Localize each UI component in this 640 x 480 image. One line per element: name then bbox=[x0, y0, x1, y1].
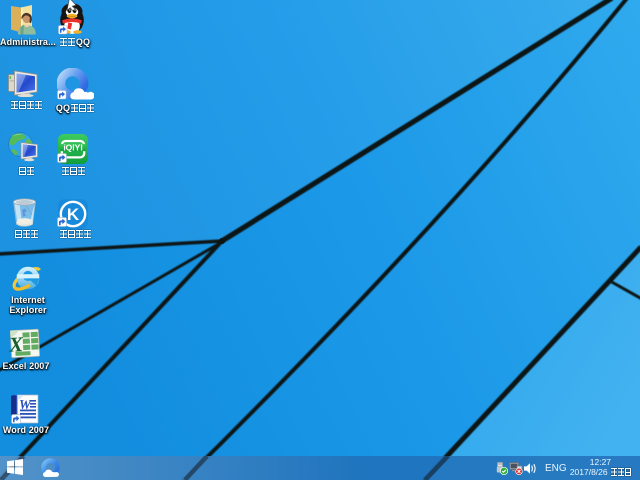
svg-text:iQIYI: iQIYI bbox=[63, 143, 82, 153]
svg-text:X: X bbox=[9, 332, 25, 357]
svg-text:K: K bbox=[67, 205, 80, 224]
svg-text:W: W bbox=[19, 397, 32, 412]
